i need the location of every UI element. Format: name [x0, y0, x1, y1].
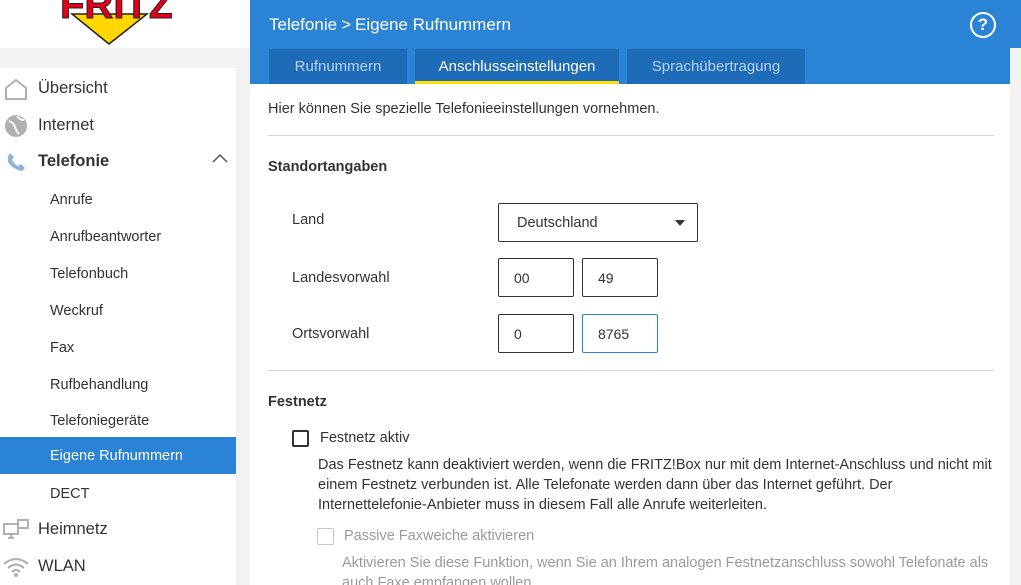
sidebar-subitem-label: Rufbehandlung	[50, 376, 149, 393]
breadcrumb: Telefonie > Eigene Rufnummern	[269, 15, 511, 35]
fritz-logo[interactable]: FRITZ!	[52, 0, 172, 46]
divider	[268, 370, 994, 371]
breadcrumb-separator: >	[341, 15, 351, 34]
network-icon	[2, 516, 30, 544]
festnetz-aktiv-label[interactable]: Festnetz aktiv	[320, 430, 409, 446]
sidebar-subitem-dect[interactable]: DECT	[0, 475, 236, 512]
sidebar-item-uebersicht[interactable]: Übersicht	[0, 70, 236, 107]
sidebar-subitem-fax[interactable]: Fax	[0, 329, 236, 366]
land-select-value: Deutschland	[517, 214, 598, 231]
globe-icon	[2, 112, 30, 140]
sidebar-item-label: Internet	[38, 116, 94, 134]
page-title: Eigene Rufnummern	[355, 15, 511, 34]
sidebar-item-heimnetz[interactable]: Heimnetz	[0, 511, 236, 548]
sidebar-subitem-label: Telefonbuch	[50, 265, 129, 282]
faxweiche-description: Aktivieren Sie diese Funktion, wenn Sie …	[342, 555, 989, 585]
svg-text:FRITZ!: FRITZ!	[60, 0, 172, 27]
sidebar-subitem-eigene-rufnummern[interactable]: Eigene Rufnummern	[0, 437, 236, 474]
page-header: Telefonie > Eigene Rufnummern ? Rufnumme…	[250, 0, 1010, 84]
festnetz-aktiv-checkbox[interactable]	[292, 430, 309, 447]
land-select[interactable]: Deutschland	[498, 203, 698, 242]
help-button[interactable]: ?	[970, 12, 996, 38]
sidebar-item-label: WLAN	[38, 557, 86, 575]
sidebar-item-label: Übersicht	[38, 79, 108, 97]
sidebar-subitem-telefoniegeraete[interactable]: Telefoniegeräte	[0, 402, 236, 439]
sidebar-item-label: Heimnetz	[38, 520, 108, 538]
landesvorwahl-field[interactable]	[582, 258, 658, 297]
tab-sprachuebertragung[interactable]: Sprachübertragung	[627, 49, 805, 84]
intro-text: Hier können Sie spezielle Telefonieeinst…	[268, 101, 660, 117]
section-title-standort: Standortangaben	[268, 159, 388, 175]
sidebar-item-wlan[interactable]: WLAN	[0, 548, 236, 585]
sidebar-subitem-label: Fax	[50, 339, 75, 356]
phone-icon	[2, 148, 30, 176]
sidebar-subitem-label: Eigene Rufnummern	[50, 447, 183, 464]
logo-area: FRITZ!	[0, 0, 250, 48]
home-icon	[2, 75, 30, 103]
tab-rufnummern[interactable]: Rufnummern	[269, 49, 407, 84]
sidebar-subitem-label: Anrufbeantworter	[50, 228, 162, 245]
wifi-icon	[2, 553, 30, 581]
ortsvorwahl-label: Ortsvorwahl	[292, 326, 370, 342]
main-content: Telefonie > Eigene Rufnummern ? Rufnumme…	[250, 0, 1010, 585]
chevron-up-icon[interactable]	[212, 153, 228, 163]
sidebar: Übersicht Internet Telefonie Anrufe Anru…	[0, 68, 236, 585]
faxweiche-label: Passive Faxweiche aktivieren	[344, 528, 535, 544]
landesvorwahl-label: Landesvorwahl	[292, 270, 390, 286]
sidebar-subitem-label: DECT	[50, 485, 90, 502]
sidebar-subitem-weckruf[interactable]: Weckruf	[0, 292, 236, 329]
sidebar-item-telefonie[interactable]: Telefonie	[0, 143, 236, 180]
sidebar-subitem-label: Anrufe	[50, 191, 93, 208]
sidebar-item-label: Telefonie	[38, 152, 110, 170]
faxweiche-checkbox[interactable]	[317, 528, 334, 545]
sidebar-subitem-anrufe[interactable]: Anrufe	[0, 181, 236, 218]
festnetz-description: Das Festnetz kann deaktiviert werden, we…	[318, 457, 992, 513]
tab-anschlusseinstellungen[interactable]: Anschlusseinstellungen	[415, 49, 619, 84]
breadcrumb-parent[interactable]: Telefonie	[269, 15, 337, 35]
ortsvorwahl-field[interactable]	[582, 314, 658, 353]
land-label: Land	[292, 212, 325, 228]
sidebar-subitem-label: Weckruf	[50, 302, 103, 319]
caret-down-icon	[675, 220, 685, 226]
sidebar-subitem-anrufbeantworter[interactable]: Anrufbeantworter	[0, 218, 236, 255]
sidebar-subitem-telefonbuch[interactable]: Telefonbuch	[0, 255, 236, 292]
ortsvorwahl-prefix-field[interactable]	[498, 314, 574, 353]
sidebar-subitem-rufbehandlung[interactable]: Rufbehandlung	[0, 366, 236, 403]
section-title-festnetz: Festnetz	[268, 394, 327, 410]
divider	[268, 135, 994, 136]
sidebar-item-internet[interactable]: Internet	[0, 107, 236, 144]
landesvorwahl-prefix-field[interactable]	[498, 258, 574, 297]
sidebar-subitem-label: Telefoniegeräte	[50, 412, 150, 429]
